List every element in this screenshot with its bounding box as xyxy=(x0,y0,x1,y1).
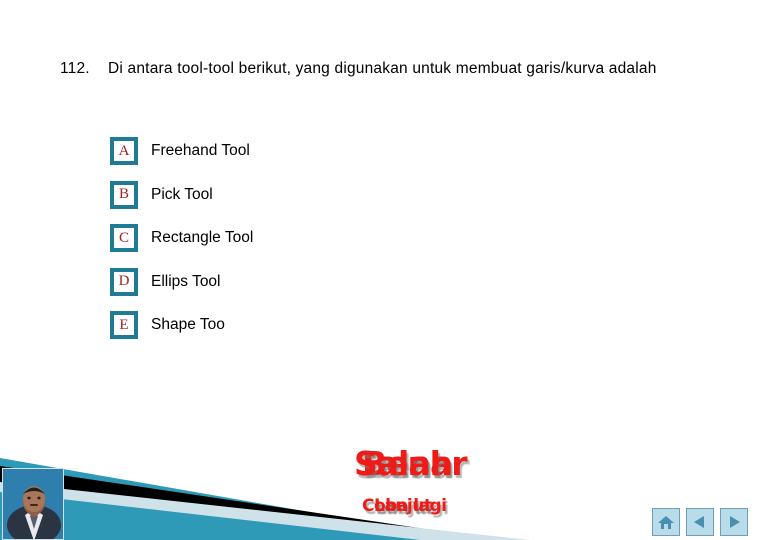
question-number: 112. xyxy=(60,60,90,77)
option-label-d: Ellips Tool xyxy=(151,272,221,290)
option-row-b[interactable]: B Pick Tool xyxy=(110,180,253,225)
option-badge-b[interactable]: B xyxy=(110,180,138,209)
navigation-bar xyxy=(652,508,748,536)
option-row-d[interactable]: D Ellips Tool xyxy=(110,267,253,312)
question-block: 112. Di antara tool-tool berikut, yang d… xyxy=(60,58,660,80)
slide-canvas: 112. Di antara tool-tool berikut, yang d… xyxy=(0,0,766,540)
option-label-c: Rectangle Tool xyxy=(151,229,254,246)
option-badge-a[interactable]: A xyxy=(110,137,138,165)
previous-button[interactable] xyxy=(686,508,714,536)
option-badge-c[interactable]: C xyxy=(110,224,138,252)
option-row-c[interactable]: C Rectangle Tool xyxy=(110,224,253,268)
author-portrait-photo xyxy=(2,468,64,540)
option-label-b: Pick Tool xyxy=(151,185,213,203)
home-button[interactable] xyxy=(652,508,680,536)
portrait-illustration xyxy=(3,469,63,539)
option-row-e[interactable]: E Shape Too xyxy=(110,311,253,355)
question-text: Di antara tool-tool berikut, yang diguna… xyxy=(108,60,657,77)
triangle-right-icon xyxy=(730,516,740,528)
option-list: A Freehand Tool B Pick Tool C Rectangle … xyxy=(110,137,253,355)
answer-feedback-overlay: Benar Salah Lanjut Coba lagi xyxy=(300,440,570,535)
option-badge-d[interactable]: D xyxy=(110,267,138,296)
option-row-a[interactable]: A Freehand Tool xyxy=(110,137,253,181)
option-badge-e[interactable]: E xyxy=(110,311,138,339)
triangle-left-icon xyxy=(694,516,704,528)
home-icon xyxy=(658,516,674,529)
feedback-wrong-subtitle: Coba lagi xyxy=(362,496,447,516)
option-label-a: Freehand Tool xyxy=(151,142,250,159)
option-label-e: Shape Too xyxy=(151,316,225,333)
feedback-wrong-title: Salah xyxy=(354,444,453,483)
next-button[interactable] xyxy=(720,508,748,536)
